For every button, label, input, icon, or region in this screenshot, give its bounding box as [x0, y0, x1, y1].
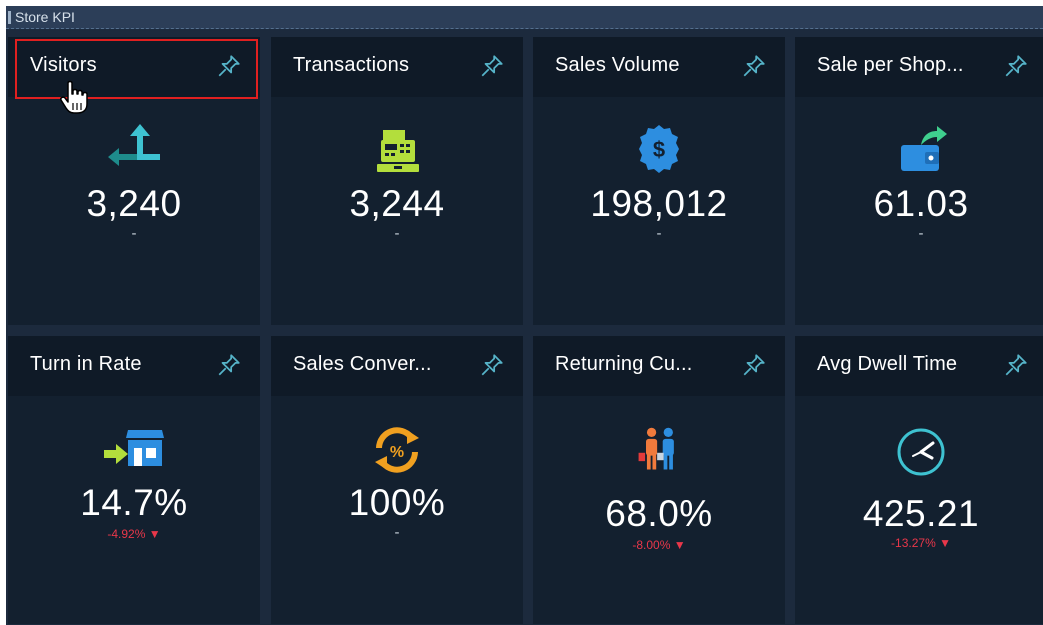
panel-header-marker [8, 11, 11, 24]
tile-header[interactable]: Returning Cu... [533, 336, 785, 396]
kpi-value: 100% [348, 482, 446, 523]
kpi-delta: -13.27% ▼ [891, 536, 951, 550]
kpi-value: 3,240 [86, 183, 182, 224]
hand-cursor-icon [60, 80, 88, 114]
kpi-delta: - [394, 524, 400, 541]
kpi-value: 198,012 [590, 183, 728, 224]
kpi-delta: - [131, 225, 137, 242]
tile-header[interactable]: Sales Volume [533, 37, 785, 97]
panel-title: Store KPI [15, 9, 75, 25]
kpi-value: 61.03 [873, 183, 969, 224]
pin-icon[interactable] [216, 352, 242, 378]
kpi-tile-avg-dwell-time[interactable]: Avg Dwell Time 425.21 -13.27% ▼ [795, 336, 1043, 624]
percent-cycle-icon: % [375, 427, 419, 473]
tile-title: Sale per Shop... [817, 54, 964, 76]
kpi-delta: -4.92% ▼ [107, 527, 161, 541]
kpi-tile-sales-conversion[interactable]: Sales Conver... % 100% - [271, 336, 523, 624]
tile-title: Transactions [293, 54, 410, 76]
pin-icon[interactable] [1003, 53, 1029, 79]
svg-text:%: % [390, 444, 404, 461]
shoppers-icon [638, 427, 674, 470]
tile-title: Turn in Rate [30, 353, 142, 375]
pin-icon[interactable] [479, 352, 505, 378]
svg-text:$: $ [653, 137, 665, 162]
kpi-tile-transactions[interactable]: Transactions 3,244 - [271, 37, 523, 325]
pin-icon[interactable] [741, 352, 767, 378]
kpi-tile-sales-volume[interactable]: Sales Volume $ 198,012 - [533, 37, 785, 325]
kpi-value: 68.0% [605, 493, 713, 534]
tile-header[interactable]: Avg Dwell Time [795, 336, 1043, 396]
tile-title: Returning Cu... [555, 353, 693, 375]
kpi-delta: -8.00% ▼ [632, 538, 686, 552]
tile-header[interactable]: Sale per Shop... [795, 37, 1043, 97]
kpi-tile-turn-in-rate[interactable]: Turn in Rate 14.7% -4.92% ▼ [8, 336, 260, 624]
clock-icon [897, 428, 945, 476]
selection-highlight [15, 39, 258, 99]
pin-icon[interactable] [479, 53, 505, 79]
tile-title: Sales Volume [555, 54, 680, 76]
kpi-delta: - [656, 225, 662, 242]
dollar-badge-icon: $ [639, 125, 679, 173]
kpi-value: 3,244 [349, 183, 445, 224]
kpi-tile-sale-per-shopper[interactable]: Sale per Shop... 61.03 - [795, 37, 1043, 325]
entrance-arrow-icon [108, 124, 160, 166]
tile-title: Avg Dwell Time [817, 353, 958, 375]
kpi-value: 14.7% [80, 482, 188, 523]
store-entry-icon [104, 430, 164, 466]
tile-header[interactable]: Turn in Rate [8, 336, 260, 396]
cash-register-icon [377, 130, 419, 172]
kpi-value: 425.21 [862, 493, 980, 534]
pin-icon[interactable] [741, 53, 767, 79]
kpi-delta: - [918, 225, 924, 242]
wallet-icon [901, 126, 947, 171]
tile-header[interactable]: Sales Conver... [271, 336, 523, 396]
kpi-delta: - [394, 225, 400, 242]
panel-header: Store KPI [6, 6, 1043, 29]
tile-title: Sales Conver... [293, 353, 432, 375]
kpi-tile-returning-customers[interactable]: Returning Cu... 68.0% -8.00% ▼ [533, 336, 785, 624]
tile-header[interactable]: Transactions [271, 37, 523, 97]
pin-icon[interactable] [1003, 352, 1029, 378]
